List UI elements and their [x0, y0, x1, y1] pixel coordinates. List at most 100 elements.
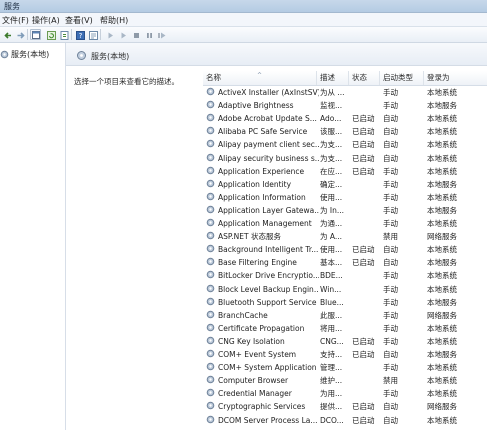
service-name-cell: Alipay security business s...	[206, 152, 319, 165]
service-name-cell: ActiveX Installer (AxInstSV)	[206, 86, 319, 99]
restart-service-icon[interactable]	[156, 29, 167, 40]
service-name: Credential Manager	[218, 389, 292, 399]
service-description: 为支...	[320, 140, 343, 150]
table-row[interactable]: Alipay security business s... 为支... 已启动 自动 本…	[203, 152, 487, 165]
table-row[interactable]: Bluetooth Support Service Blue... 手动 本地服务	[203, 296, 487, 309]
gear-icon	[206, 257, 215, 266]
export-list-icon[interactable]	[58, 29, 69, 40]
service-name-cell: Application Information	[206, 191, 319, 204]
pause-service-icon[interactable]	[143, 29, 154, 40]
service-status	[352, 204, 381, 217]
service-description: 支持...	[320, 350, 343, 359]
gear-icon	[206, 349, 215, 358]
table-row[interactable]: BranchCache 此服... 手动 网络服务	[203, 309, 487, 322]
service-logon-as: 本地服务	[427, 350, 457, 359]
help-icon[interactable]: ?	[74, 29, 85, 40]
table-row[interactable]: COM+ System Application 管理... 手动 本地系统	[203, 361, 487, 374]
properties-icon[interactable]	[87, 29, 98, 40]
table-row[interactable]: Credential Manager 为用... 手动 本地系统	[203, 387, 487, 400]
column-header-description[interactable]: 描述	[317, 71, 349, 85]
table-row[interactable]: Application Experience 在应... 已启动 手动 本地系统	[203, 165, 487, 178]
service-description: 管理...	[320, 363, 343, 373]
table-row[interactable]: Cryptographic Services 提供... 已启动 自动 网络服务	[203, 400, 487, 413]
service-startup-type: 自动	[383, 350, 398, 359]
refresh-icon[interactable]	[45, 29, 56, 40]
table-row[interactable]: COM+ Event System 支持... 已启动 自动 本地服务	[203, 348, 487, 361]
gear-icon	[206, 244, 215, 253]
service-name-cell: Application Experience	[206, 165, 319, 178]
service-name: Application Management	[218, 219, 312, 228]
service-startup-type: 禁用	[383, 232, 398, 242]
column-header-name[interactable]: 名称 ^	[203, 71, 317, 85]
gear-icon	[206, 126, 215, 135]
table-row[interactable]: CNG Key Isolation CNG... 已启动 手动 本地系统	[203, 335, 487, 348]
table-row[interactable]: Certificate Propagation 将用... 手动 本地系统	[203, 322, 487, 335]
gear-icon	[206, 401, 215, 410]
service-name-cell: Background Intelligent Tr...	[206, 243, 319, 256]
column-header-startup-type[interactable]: 启动类型	[380, 71, 424, 85]
menu-file[interactable]: 文件(F)	[2, 15, 29, 26]
tree-item-label: 服务(本地)	[11, 50, 50, 59]
start-service-alt-icon[interactable]	[117, 29, 128, 40]
service-logon-as: 本地系统	[427, 376, 457, 386]
service-logon-as: 本地系统	[427, 415, 457, 425]
menu-action[interactable]: 操作(A)	[32, 15, 60, 26]
service-status	[352, 309, 381, 322]
table-row[interactable]: Adobe Acrobat Update S... Ado... 已启动 自动 本地系统	[203, 112, 487, 125]
table-row[interactable]: ActiveX Installer (AxInstSV) 为从 ... 手动 本地系统	[203, 86, 487, 99]
table-row[interactable]: BitLocker Drive Encryptio... BDE... 手动 本地系统	[203, 269, 487, 282]
table-row[interactable]: Alibaba PC Safe Service 该服... 已启动 自动 本地系统	[203, 125, 487, 138]
menu-help[interactable]: 帮助(H)	[100, 15, 128, 26]
table-row[interactable]: DCOM Server Process La... DCO... 已启动 自动 本地系统	[203, 414, 487, 427]
table-row[interactable]: Alipay payment client sec... 为支... 已启动 自动 本地…	[203, 138, 487, 151]
table-row[interactable]: Adaptive Brightness 监视... 手动 本地服务	[203, 99, 487, 112]
column-header-logon-as[interactable]: 登录为	[424, 71, 487, 85]
service-name-cell: Application Identity	[206, 178, 319, 191]
stop-service-icon[interactable]	[130, 29, 141, 40]
toolbar-separator	[100, 29, 101, 40]
menu-view[interactable]: 查看(V)	[65, 15, 93, 26]
column-header-status[interactable]: 状态	[349, 71, 380, 85]
table-row[interactable]: Block Level Backup Engin... Win... 手动 本地系统	[203, 283, 487, 296]
service-description: 该服...	[320, 127, 343, 137]
table-row[interactable]: Computer Browser 维护... 禁用 本地系统	[203, 374, 487, 387]
service-status	[352, 322, 381, 335]
service-description: BDE...	[320, 271, 343, 281]
table-row[interactable]: ASP.NET 状态服务 为 A... 禁用 网络服务	[203, 230, 487, 243]
service-name: BitLocker Drive Encryptio...	[218, 271, 319, 281]
table-row[interactable]: Application Information 使用... 手动 本地系统	[203, 191, 487, 204]
service-name-cell: Application Layer Gatewa...	[206, 204, 319, 217]
service-status	[352, 178, 381, 191]
gear-icon	[206, 139, 215, 148]
title-bar[interactable]: 服务	[0, 0, 487, 13]
table-row[interactable]: Background Intelligent Tr... 使用... 已启动 自动 本地…	[203, 243, 487, 256]
service-status	[352, 230, 381, 243]
service-startup-type: 自动	[383, 140, 398, 150]
service-description: 基本...	[320, 258, 343, 268]
service-logon-as: 本地系统	[427, 192, 457, 202]
table-row[interactable]: Application Management 为通... 手动 本地系统	[203, 217, 487, 230]
forward-icon[interactable]	[14, 29, 25, 40]
service-name-cell: Alipay payment client sec...	[206, 138, 319, 151]
service-name-cell: Adaptive Brightness	[206, 99, 319, 112]
gear-icon	[206, 336, 215, 345]
table-row[interactable]: Base Filtering Engine 基本... 已启动 自动 本地服务	[203, 256, 487, 269]
service-startup-type: 手动	[383, 192, 398, 202]
service-description: Blue...	[320, 297, 344, 307]
service-startup-type: 手动	[383, 179, 398, 189]
service-name-cell: Bluetooth Support Service	[206, 296, 319, 309]
table-row[interactable]: Application Identity 确定... 手动 本地服务	[203, 178, 487, 191]
service-status: 已启动	[352, 127, 375, 137]
table-row[interactable]: Application Layer Gatewa... 为 In... 手动 本地服务	[203, 204, 487, 217]
tree-item-services-local[interactable]: 服务(本地)	[0, 49, 49, 60]
service-name-cell: BitLocker Drive Encryptio...	[206, 269, 319, 282]
back-icon[interactable]	[2, 29, 13, 40]
service-logon-as: 本地系统	[427, 219, 457, 228]
sort-up-icon: ^	[257, 72, 263, 79]
service-description: 确定...	[320, 179, 343, 189]
panel-header: 服务(本地)	[66, 43, 487, 66]
console-tree-icon[interactable]	[30, 29, 41, 40]
start-service-icon[interactable]	[104, 29, 115, 40]
service-logon-as: 本地系统	[427, 88, 457, 97]
service-startup-type: 手动	[383, 166, 398, 176]
